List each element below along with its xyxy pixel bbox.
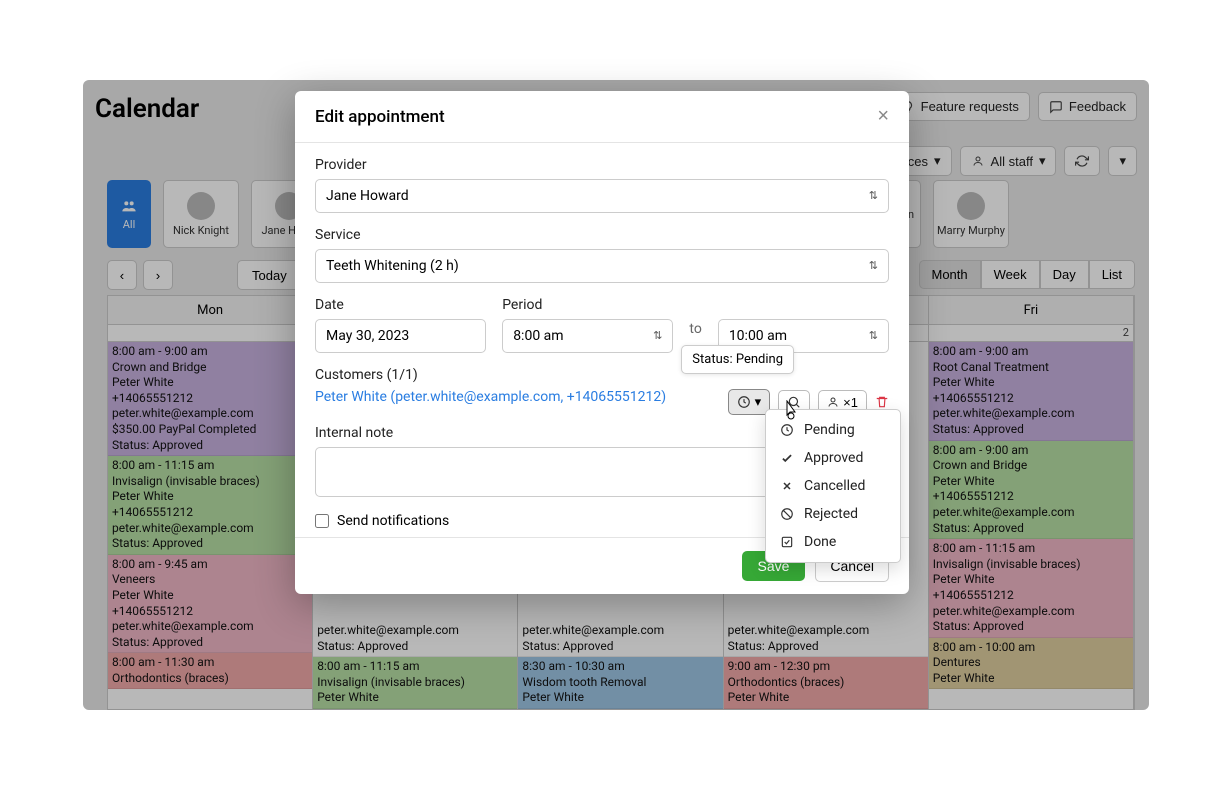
checkbox-icon	[780, 535, 794, 549]
status-tooltip: Status: Pending	[681, 345, 794, 374]
service-label: Service	[315, 227, 889, 243]
sort-icon: ⇅	[653, 329, 662, 342]
clock-icon	[737, 395, 751, 409]
user-icon	[827, 396, 839, 408]
modal-title: Edit appointment	[315, 107, 445, 127]
remove-customer-button[interactable]	[875, 395, 889, 409]
sort-icon: ⇅	[869, 189, 878, 202]
provider-select[interactable]: Jane Howard⇅	[315, 179, 889, 213]
status-option-done[interactable]: Done	[766, 528, 900, 556]
close-icon: ×	[877, 105, 889, 127]
caret-down-icon: ▾	[755, 394, 762, 410]
status-option-cancelled[interactable]: Cancelled	[766, 472, 900, 500]
close-button[interactable]: ×	[877, 105, 889, 128]
magnifier-icon	[787, 395, 801, 409]
date-input[interactable]: May 30, 2023	[315, 319, 486, 353]
clock-icon	[780, 423, 794, 437]
status-dropdown-button[interactable]: ▾	[728, 389, 771, 415]
x-icon	[780, 480, 794, 492]
customer-link[interactable]: Peter White (peter.white@example.com, +1…	[315, 389, 666, 405]
provider-label: Provider	[315, 157, 889, 173]
edit-appointment-modal: Edit appointment × Provider Jane Howard⇅…	[295, 91, 909, 594]
trash-icon	[875, 395, 889, 409]
status-option-pending[interactable]: Pending	[766, 416, 900, 444]
sort-icon: ⇅	[869, 259, 878, 272]
sort-icon: ⇅	[869, 329, 878, 342]
date-label: Date	[315, 297, 486, 313]
check-icon	[780, 451, 794, 465]
checkbox-input[interactable]	[315, 514, 329, 528]
status-dropdown-menu: Pending Approved Cancelled Rejected Done	[765, 409, 901, 563]
status-option-approved[interactable]: Approved	[766, 444, 900, 472]
period-label: Period	[502, 297, 673, 313]
service-select[interactable]: Teeth Whitening (2 h)⇅	[315, 249, 889, 283]
period-start-select[interactable]: 8:00 am⇅	[502, 319, 673, 353]
status-option-rejected[interactable]: Rejected	[766, 500, 900, 528]
customers-label: Customers (1/1)	[315, 367, 889, 383]
ban-icon	[780, 507, 794, 521]
